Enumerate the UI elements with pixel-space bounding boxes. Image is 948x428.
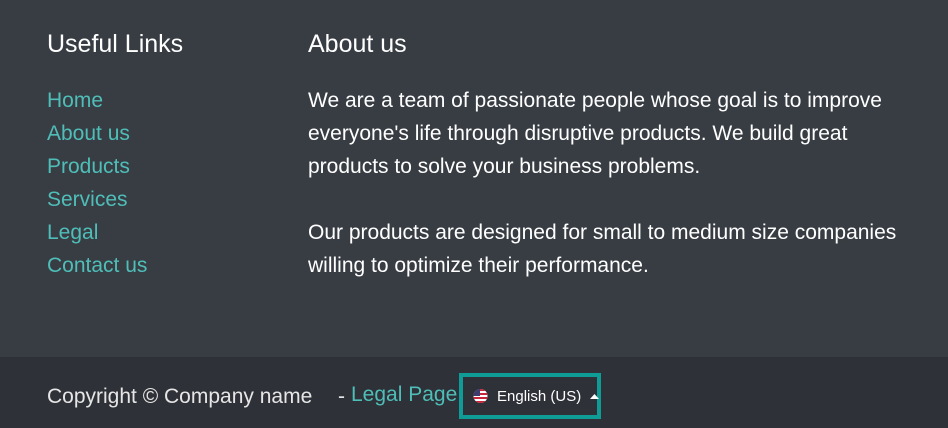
link-home[interactable]: Home — [47, 84, 147, 117]
useful-links-list: Home About us Products Services Legal Co… — [47, 84, 147, 282]
about-us-text: We are a team of passionate people whose… — [308, 84, 928, 315]
about-us-heading: About us — [308, 30, 407, 58]
link-legal[interactable]: Legal — [47, 216, 147, 249]
link-about-us[interactable]: About us — [47, 117, 147, 150]
about-paragraph-1: We are a team of passionate people whose… — [308, 89, 882, 178]
copyright-text: Copyright © Company name — [47, 385, 313, 408]
link-services[interactable]: Services — [47, 183, 147, 216]
caret-up-icon — [590, 393, 600, 399]
link-products[interactable]: Products — [47, 150, 147, 183]
footer-main: Useful Links About us Home About us Prod… — [0, 0, 948, 357]
language-selector[interactable]: English (US) — [459, 373, 601, 419]
legal-page-link[interactable]: Legal Page — [351, 383, 457, 407]
useful-links-heading: Useful Links — [47, 30, 184, 58]
language-label: English (US) — [497, 387, 582, 405]
link-contact-us[interactable]: Contact us — [47, 249, 147, 282]
separator-dash: - — [338, 385, 345, 408]
about-paragraph-2: Our products are designed for small to m… — [308, 221, 897, 277]
us-flag-icon — [472, 389, 489, 403]
